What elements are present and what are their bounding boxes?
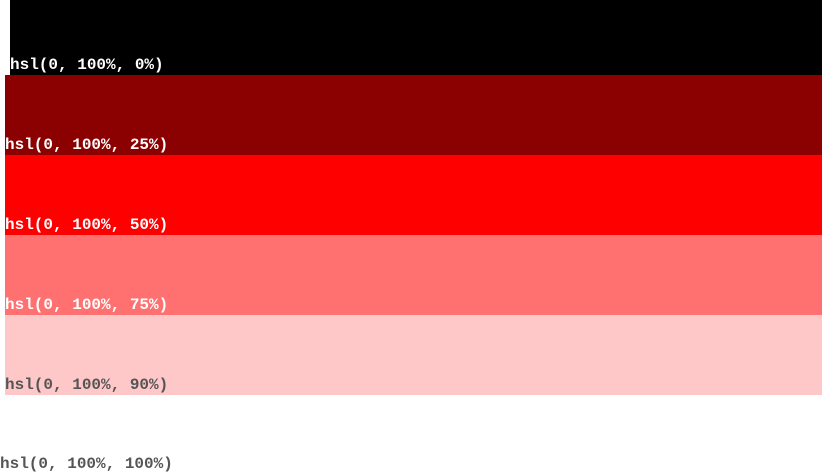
swatch-label: hsl(0, 100%, 100%) — [0, 455, 173, 473]
swatch-red: hsl(0, 100%, 50%) — [5, 155, 822, 235]
swatch-label: hsl(0, 100%, 0%) — [10, 56, 164, 74]
swatch-label: hsl(0, 100%, 25%) — [5, 136, 169, 154]
swatch-white: hsl(0, 100%, 100%) — [0, 395, 826, 473]
swatch-pale-pink: hsl(0, 100%, 90%) — [5, 315, 822, 395]
hsl-lightness-swatches: hsl(0, 100%, 0%) hsl(0, 100%, 25%) hsl(0… — [0, 0, 826, 473]
swatch-black: hsl(0, 100%, 0%) — [10, 0, 822, 75]
swatch-label: hsl(0, 100%, 90%) — [5, 376, 169, 394]
swatch-label: hsl(0, 100%, 50%) — [5, 216, 169, 234]
swatch-label: hsl(0, 100%, 75%) — [5, 296, 169, 314]
swatch-light-red: hsl(0, 100%, 75%) — [5, 235, 822, 315]
swatch-dark-red: hsl(0, 100%, 25%) — [5, 75, 822, 155]
